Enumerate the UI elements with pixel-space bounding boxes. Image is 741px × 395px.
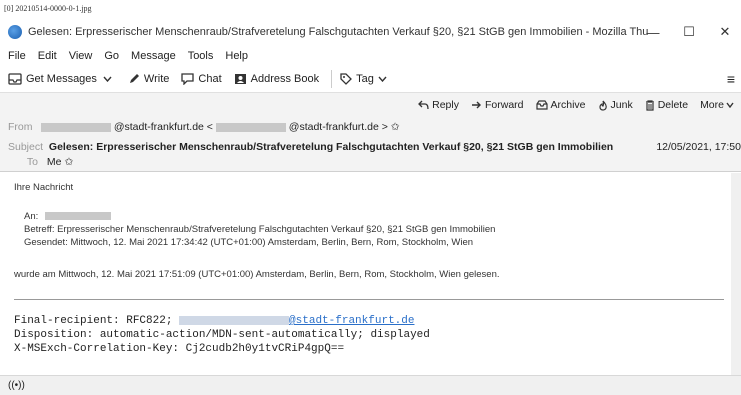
status-bar: ((•)) bbox=[0, 375, 741, 395]
forward-arrow-icon bbox=[471, 101, 481, 109]
minimize-button[interactable]: — bbox=[636, 18, 670, 46]
menu-file[interactable]: File bbox=[8, 50, 26, 62]
menu-edit[interactable]: Edit bbox=[38, 50, 57, 62]
tag-button[interactable]: Tag bbox=[340, 73, 391, 85]
subject-label: Subject bbox=[8, 141, 44, 153]
pencil-icon bbox=[129, 74, 139, 83]
reply-button[interactable]: Reply bbox=[414, 97, 463, 113]
body-betreff: Betreff: Erpresserischer Menschenraub/St… bbox=[24, 224, 496, 235]
archive-label: Archive bbox=[550, 99, 586, 111]
subject-row: Subject Gelesen: Erpresserischer Mensche… bbox=[8, 141, 613, 153]
from-row: From @stadt-frankfurt.de < @stadt-frankf… bbox=[8, 121, 400, 133]
forward-button[interactable]: Forward bbox=[467, 97, 528, 113]
write-button[interactable]: Write bbox=[128, 73, 169, 85]
message-header: Reply Forward Archive Junk Delete More F… bbox=[0, 92, 741, 172]
header-actions: Reply Forward Archive Junk Delete More bbox=[414, 97, 741, 113]
message-body: Ihre Nachricht An: Betreff: Erpresserisc… bbox=[0, 173, 741, 375]
menu-go[interactable]: Go bbox=[104, 50, 119, 62]
redacted-sender-name bbox=[40, 122, 111, 132]
archive-button[interactable]: Archive bbox=[532, 97, 590, 113]
to-label: To bbox=[26, 156, 38, 168]
chat-button[interactable]: Chat bbox=[181, 73, 222, 85]
address-book-icon bbox=[234, 74, 246, 84]
chat-bubble-icon bbox=[181, 73, 195, 85]
flame-icon bbox=[598, 100, 607, 111]
address-book-label: Address Book bbox=[250, 73, 320, 85]
get-messages-label: Get Messages bbox=[26, 73, 97, 85]
tag-label: Tag bbox=[356, 73, 374, 85]
final-recipient-domain[interactable]: @stadt-frankfurt.de bbox=[289, 315, 414, 327]
menu-help[interactable]: Help bbox=[225, 50, 248, 62]
write-label: Write bbox=[143, 73, 170, 85]
chevron-down-icon bbox=[103, 76, 112, 82]
close-button[interactable]: ✕ bbox=[708, 18, 741, 46]
body-intro: Ihre Nachricht bbox=[14, 182, 74, 193]
tag-icon bbox=[340, 73, 353, 85]
from-address-domain[interactable]: @stadt-frankfurt.de bbox=[289, 121, 379, 133]
maximize-button[interactable]: ☐ bbox=[672, 18, 706, 46]
window-title: Gelesen: Erpresserischer Menschenraub/St… bbox=[28, 26, 648, 38]
redacted-final-recipient bbox=[179, 315, 290, 325]
subject-text: Gelesen: Erpresserischer Menschenraub/St… bbox=[48, 141, 614, 153]
star-icon[interactable]: ✩ bbox=[391, 121, 400, 133]
reply-arrow-icon bbox=[418, 100, 429, 110]
chat-label: Chat bbox=[198, 73, 222, 85]
body-divider bbox=[14, 299, 724, 300]
delete-button[interactable]: Delete bbox=[641, 97, 692, 113]
get-messages-dropdown[interactable] bbox=[103, 76, 116, 82]
redacted-recipient bbox=[44, 212, 111, 221]
junk-button[interactable]: Junk bbox=[594, 97, 637, 113]
reply-label: Reply bbox=[432, 99, 459, 111]
menu-message[interactable]: Message bbox=[131, 50, 176, 62]
get-messages-button[interactable]: Get Messages bbox=[8, 73, 97, 85]
redacted-sender-address bbox=[215, 122, 286, 132]
main-toolbar: Get Messages Write Chat Address Book Tag… bbox=[0, 66, 741, 92]
forward-label: Forward bbox=[484, 99, 524, 111]
trash-icon bbox=[645, 99, 654, 111]
to-value[interactable]: Me bbox=[47, 156, 62, 168]
body-gesendet: Gesendet: Mittwoch, 12. Mai 2021 17:34:4… bbox=[24, 237, 474, 248]
archive-icon bbox=[535, 100, 548, 110]
connection-status-icon[interactable]: ((•)) bbox=[8, 380, 25, 391]
more-button[interactable]: More bbox=[696, 97, 741, 113]
menu-bar: File Edit View Go Message Tools Help bbox=[0, 46, 741, 66]
window-titlebar: Gelesen: Erpresserischer Menschenraub/St… bbox=[0, 18, 741, 46]
body-an-row: An: bbox=[24, 211, 111, 222]
body-read-notice: wurde am Mittwoch, 12. Mai 2021 17:51:09… bbox=[14, 269, 500, 280]
star-icon[interactable]: ✩ bbox=[64, 156, 73, 168]
more-label: More bbox=[700, 99, 724, 111]
body-an-label: An: bbox=[24, 211, 39, 222]
body-scrollbar[interactable] bbox=[731, 173, 741, 375]
toolbar-separator bbox=[331, 70, 333, 88]
from-domain[interactable]: @stadt-frankfurt.de bbox=[114, 121, 204, 133]
chevron-down-icon bbox=[726, 102, 734, 108]
final-recipient-row: Final-recipient: RFC822; @stadt-frankfur… bbox=[14, 315, 414, 327]
app-menu-button[interactable]: ≡ bbox=[727, 71, 735, 87]
from-label: From bbox=[8, 121, 33, 133]
to-row: To Me ✩ bbox=[8, 156, 73, 168]
disposition-row: Disposition: automatic-action/MDN-sent-a… bbox=[14, 329, 430, 341]
menu-tools[interactable]: Tools bbox=[188, 50, 214, 62]
menu-view[interactable]: View bbox=[69, 50, 93, 62]
junk-label: Junk bbox=[610, 99, 633, 111]
delete-label: Delete bbox=[657, 99, 689, 111]
image-filename-label: [0] 20210514-0000-0-1.jpg bbox=[0, 0, 741, 18]
message-date: 12/05/2021, 17:50 bbox=[656, 141, 741, 153]
from-open-bracket: < bbox=[206, 121, 213, 133]
inbox-download-icon bbox=[8, 73, 22, 85]
thunderbird-icon bbox=[8, 25, 22, 39]
final-recipient-label: Final-recipient: RFC822; bbox=[14, 315, 173, 327]
chevron-down-icon bbox=[378, 76, 387, 82]
correlation-key-row: X-MSExch-Correlation-Key: Cj2cudb2h0y1tv… bbox=[14, 343, 345, 355]
address-book-button[interactable]: Address Book bbox=[234, 73, 319, 85]
from-close-bracket: > bbox=[381, 121, 388, 133]
